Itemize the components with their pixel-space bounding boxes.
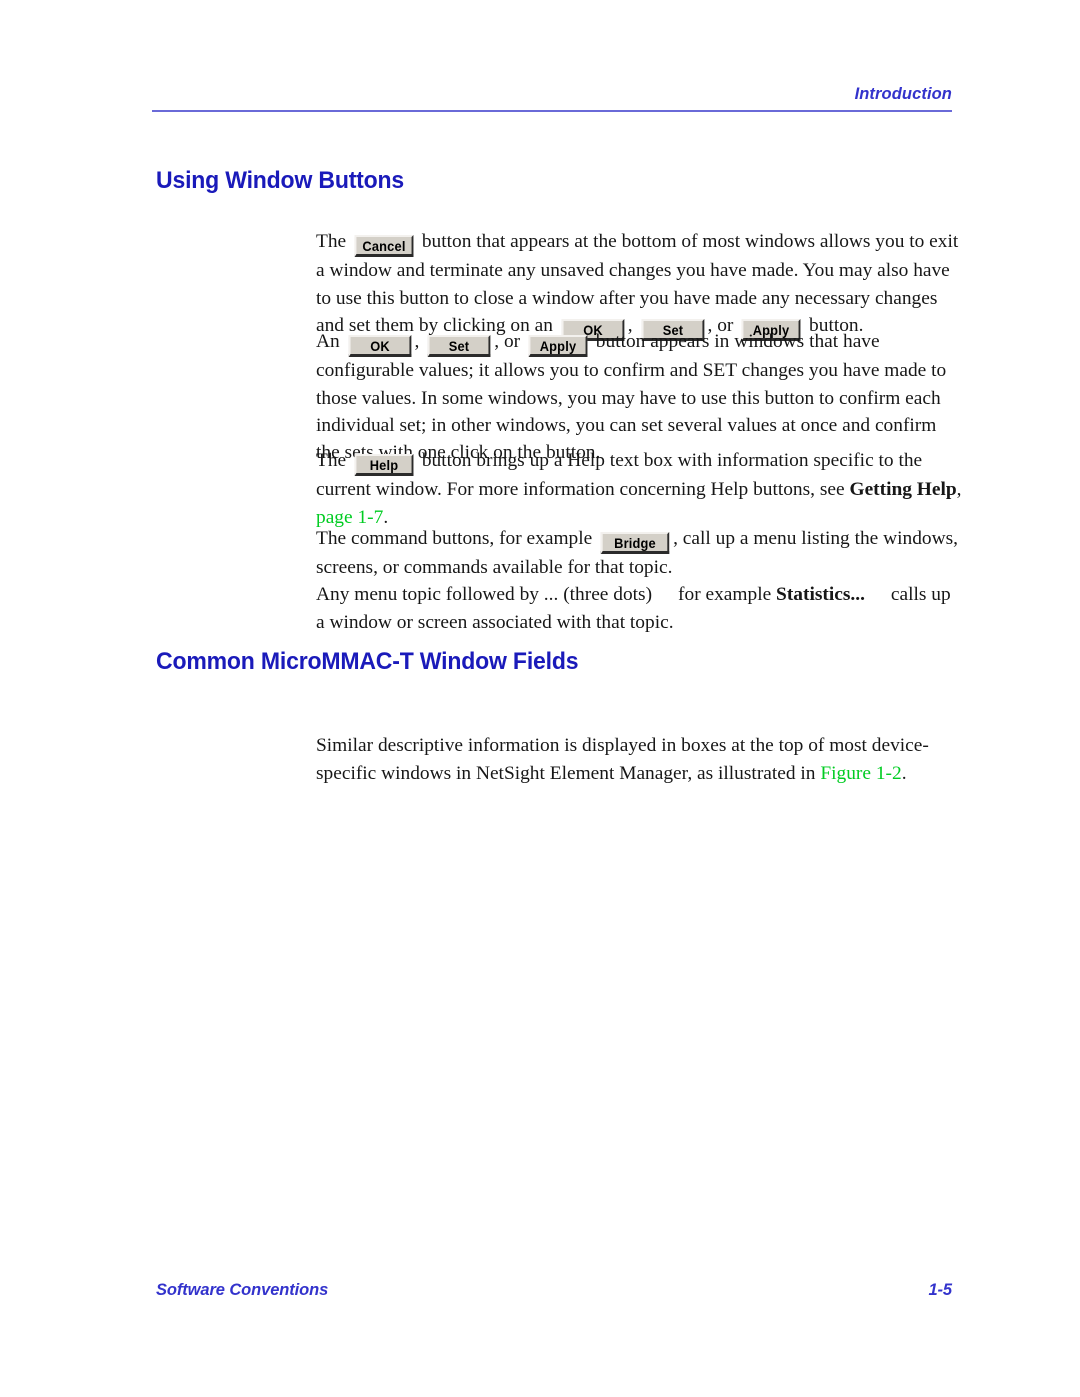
text-run: An: [316, 331, 345, 353]
text-run: .: [901, 762, 907, 784]
ok-button[interactable]: OK: [348, 335, 411, 358]
paragraph-ok-set-apply: An OK, Set, or Apply button appears in w…: [316, 328, 964, 466]
text-run: The: [316, 450, 351, 472]
page-header: Introduction: [152, 86, 952, 112]
text-run: ,: [414, 331, 425, 353]
paragraph-menu-topic: Any menu topic followed by ... (three do…: [316, 581, 964, 636]
text-run: The command buttons, for example: [316, 528, 598, 550]
footer-page-number: 1-5: [928, 1281, 952, 1299]
text-run: The: [316, 231, 351, 253]
link-figure-1-2[interactable]: Figure 1-2: [820, 763, 901, 784]
text-run: ,: [956, 479, 962, 501]
paragraph-cancel-button: The Cancel button that appears at the bo…: [316, 228, 964, 341]
help-button[interactable]: Help: [354, 454, 414, 477]
header-rule: [152, 109, 952, 112]
text-run: for example: [678, 584, 777, 606]
getting-help-emphasis: Getting Help: [849, 479, 957, 501]
cancel-button[interactable]: Cancel: [354, 235, 414, 258]
paragraph-similar-descriptive: Similar descriptive information is displ…: [316, 732, 964, 787]
document-page: Introduction Using Window Buttons The Ca…: [0, 0, 1080, 1397]
apply-button[interactable]: Apply: [528, 335, 588, 358]
heading-common-micrommac-t-window-fields: Common MicroMMAC-T Window Fields: [156, 648, 579, 675]
bridge-button[interactable]: Bridge: [600, 532, 670, 555]
running-head: Introduction: [854, 85, 952, 103]
set-button[interactable]: Set: [427, 335, 491, 358]
paragraph-command-buttons: The command buttons, for example Bridge,…: [316, 525, 964, 581]
text-run: , or: [494, 331, 525, 353]
text-run: Any menu topic followed by ... (three do…: [316, 584, 653, 606]
heading-using-window-buttons: Using Window Buttons: [156, 167, 405, 194]
paragraph-help-button: The Help button brings up a Help text bo…: [316, 447, 964, 531]
footer-section-label: Software Conventions: [156, 1281, 329, 1299]
statistics-menu-emphasis: Statistics...: [776, 584, 865, 606]
page-footer: Software Conventions 1-5: [156, 1281, 952, 1300]
